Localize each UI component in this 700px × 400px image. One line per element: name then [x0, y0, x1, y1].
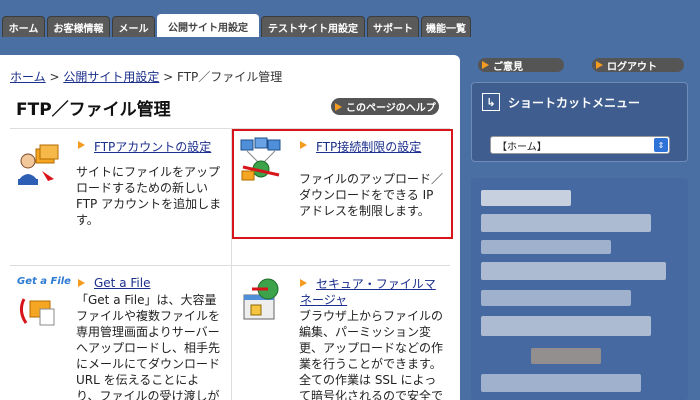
text-line: にメールにてダウンロード	[76, 357, 221, 371]
breadcrumb: ホーム > 公開サイト用設定 > FTP／ファイル管理	[10, 68, 282, 85]
card-description: ブラウザ上からファイルの 編集、パーミッション変 更、アップロードなどの作 業を…	[299, 308, 443, 400]
shortcut-menu-header: ↳ ショートカットメニュー	[482, 93, 640, 111]
breadcrumb-current: FTP／ファイル管理	[177, 70, 283, 84]
card-title: FTPアカウントの設定	[94, 140, 212, 154]
blurred-item	[481, 262, 666, 280]
get-a-file-icon	[19, 298, 55, 326]
logout-button[interactable]: ログアウト	[592, 58, 684, 73]
text-line: へアップロードし、相手先	[76, 341, 221, 355]
text-line: 「Get a File」は、大容量	[76, 293, 217, 307]
text-line: 全ての作業は SSL によっ	[299, 373, 437, 387]
card-title: セキュア・ファイルマ ネージャ	[300, 276, 436, 308]
text-line: す。	[76, 213, 99, 227]
title-line: セキュア・ファイルマ	[316, 277, 436, 291]
page-title: FTP／ファイル管理	[16, 100, 171, 120]
dropdown-caret-icon: ⇕	[654, 138, 668, 152]
arrow-icon	[300, 279, 307, 287]
blurred-item	[481, 316, 651, 336]
text-line: り、ファイルの受け渡しが	[76, 389, 220, 400]
text-line: URL を伝えることによ	[76, 373, 200, 387]
text-line: ファイルのアップロード／	[299, 172, 444, 186]
blurred-item	[481, 290, 631, 306]
arrow-icon	[335, 102, 342, 111]
text-line: サイトにファイルをアップ	[76, 165, 221, 179]
shortcut-menu-panel: ↳ ショートカットメニュー 【ホーム】 ⇕	[471, 82, 688, 162]
text-line: アドレスを制限します。	[299, 204, 430, 218]
text-line: FTP アカウントを追加しま	[76, 197, 222, 211]
feedback-label: ご意見	[493, 61, 523, 73]
arrow-icon	[78, 279, 85, 287]
blurred-item	[481, 374, 641, 392]
arrow-icon	[596, 61, 603, 69]
help-button-label: このページのヘルプ	[346, 103, 436, 114]
tab-public-site-settings[interactable]: 公開サイト用設定	[157, 14, 259, 37]
text-line: 更、アップロードなどの作	[299, 341, 444, 355]
feedback-button[interactable]: ご意見	[478, 58, 564, 73]
blurred-item	[481, 190, 571, 206]
breadcrumb-parent[interactable]: 公開サイト用設定	[63, 70, 159, 84]
breadcrumb-separator: >	[45, 70, 64, 84]
card-title: Get a File	[94, 276, 151, 290]
blurred-item	[531, 348, 601, 364]
tab-mail[interactable]: メール	[112, 16, 155, 37]
arrow-icon	[482, 61, 489, 69]
text-line: て暗号化されるので安全で	[299, 389, 444, 400]
get-a-file-logo: Get a File	[17, 276, 71, 287]
divider	[10, 265, 450, 266]
arrow-icon	[78, 141, 85, 149]
breadcrumb-home[interactable]: ホーム	[10, 70, 46, 84]
card-description: 「Get a File」は、大容量 ファイルや複数ファイルを 専用管理画面よりサ…	[76, 292, 220, 400]
text-line: 専用管理画面よりサーバー	[76, 325, 220, 339]
arrow-icon	[300, 141, 307, 149]
help-button[interactable]: このページのヘルプ	[331, 98, 439, 115]
ftp-restriction-link[interactable]: FTP接続制限の設定	[300, 138, 421, 155]
ftp-account-icon	[18, 144, 59, 185]
text-line: ファイルや複数ファイルを	[76, 309, 221, 323]
breadcrumb-separator: >	[159, 70, 178, 84]
shortcut-icon: ↳	[482, 93, 500, 111]
get-a-file-link[interactable]: Get a File	[78, 276, 150, 290]
text-line: 編集、パーミッション変	[299, 325, 432, 339]
tab-home[interactable]: ホーム	[2, 16, 45, 37]
text-line: ロードするための新しい	[76, 181, 209, 195]
text-line: ブラウザ上からファイルの	[299, 309, 444, 323]
tab-function-list[interactable]: 機能一覧	[421, 16, 471, 37]
tab-customer-info[interactable]: お客様情報	[47, 16, 110, 37]
blurred-shortcut-list	[471, 178, 688, 400]
card-description: ファイルのアップロード／ ダウンロードをできる IP アドレスを制限します。	[299, 171, 443, 219]
text-line: ダウンロードをできる IP	[299, 188, 434, 202]
shortcut-menu-title: ショートカットメニュー	[508, 95, 641, 110]
text-line: 業を行うことができます。	[299, 357, 442, 371]
secure-file-manager-link[interactable]: セキュア・ファイルマ ネージャ	[300, 276, 436, 308]
tab-test-site-settings[interactable]: テストサイト用設定	[261, 16, 365, 37]
top-nav: ホーム お客様情報 メール 公開サイト用設定 テストサイト用設定 サポート 機能…	[0, 0, 700, 37]
logout-label: ログアウト	[607, 61, 657, 73]
blurred-item	[481, 214, 651, 232]
ftp-restriction-icon	[240, 137, 281, 181]
secure-file-manager-icon	[243, 278, 279, 320]
shortcut-select[interactable]: 【ホーム】 ⇕	[490, 136, 670, 154]
card-title: FTP接続制限の設定	[316, 140, 422, 154]
blurred-item	[481, 240, 611, 254]
tab-support[interactable]: サポート	[367, 16, 419, 37]
shortcut-select-value: 【ホーム】	[497, 141, 547, 153]
title-line: ネージャ	[300, 293, 348, 307]
ftp-account-link[interactable]: FTPアカウントの設定	[78, 138, 211, 155]
card-description: サイトにファイルをアップ ロードするための新しい FTP アカウントを追加しま …	[76, 164, 221, 228]
